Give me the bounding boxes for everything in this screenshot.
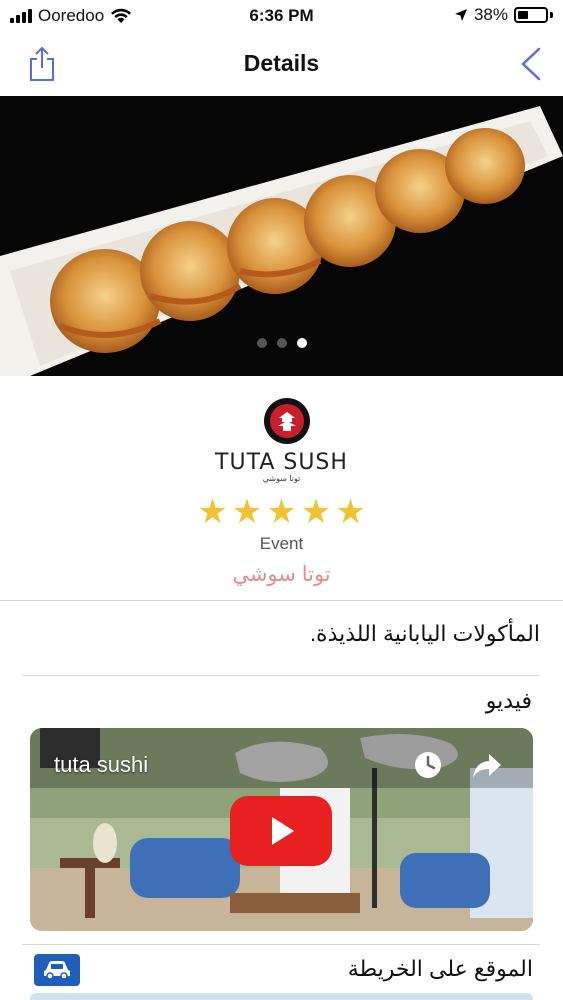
- photo-gallery[interactable]: [0, 96, 563, 376]
- share-arrow-icon[interactable]: [471, 752, 503, 780]
- venue-logo-emblem: [270, 404, 304, 438]
- map-section-label: الموقع على الخريطة: [347, 956, 533, 981]
- star-icon: ★: [335, 492, 366, 532]
- chevron-left-icon[interactable]: [515, 44, 545, 84]
- star-rating: ★ ★ ★ ★ ★: [0, 494, 563, 530]
- play-button[interactable]: [230, 796, 332, 866]
- venue-logo: [264, 398, 310, 444]
- page-dot[interactable]: [256, 338, 267, 348]
- video-player[interactable]: tuta sushi: [30, 728, 533, 931]
- play-icon: [272, 817, 294, 845]
- battery-tip: [550, 12, 553, 18]
- battery-percent: 38%: [473, 5, 508, 24]
- page-dot[interactable]: [276, 338, 287, 348]
- venue-logo-text: TUTA SUSH: [215, 450, 348, 475]
- page-dot[interactable]: [296, 338, 307, 348]
- map-section[interactable]: الموقع على الخريطة: [0, 944, 563, 1000]
- video-title: tuta sushi: [54, 752, 149, 777]
- page-title: Details: [243, 50, 320, 76]
- map-preview[interactable]: [30, 993, 533, 1000]
- star-icon: ★: [300, 492, 332, 532]
- car-glyph: [44, 961, 70, 980]
- star-icon: ★: [266, 492, 297, 532]
- venue-logo-subtitle: توتا سوشي: [262, 474, 301, 483]
- sushi-photo: [0, 96, 563, 376]
- clock-icon[interactable]: [413, 750, 443, 780]
- divider: [22, 675, 540, 676]
- divider: [0, 600, 563, 601]
- status-bar: Ooredoo 6:36 PM 38%: [0, 0, 563, 32]
- battery-icon: [514, 7, 548, 23]
- battery-fill: [518, 11, 528, 19]
- navigation-bar: Details: [0, 32, 563, 96]
- status-right: 38%: [454, 5, 553, 25]
- location-arrow-icon: [454, 9, 467, 21]
- pagoda-icon: [278, 412, 296, 431]
- star-icon: ★: [231, 492, 263, 532]
- venue-name: توتا سوشي: [232, 563, 331, 586]
- video-section-label: فيديو: [485, 688, 532, 713]
- venue-type: Event: [259, 534, 304, 553]
- page-indicator[interactable]: [0, 338, 563, 348]
- star-icon: ★: [197, 492, 228, 532]
- car-icon[interactable]: [34, 954, 80, 986]
- venue-description: المأكولات اليابانية اللذيذة.: [309, 621, 540, 646]
